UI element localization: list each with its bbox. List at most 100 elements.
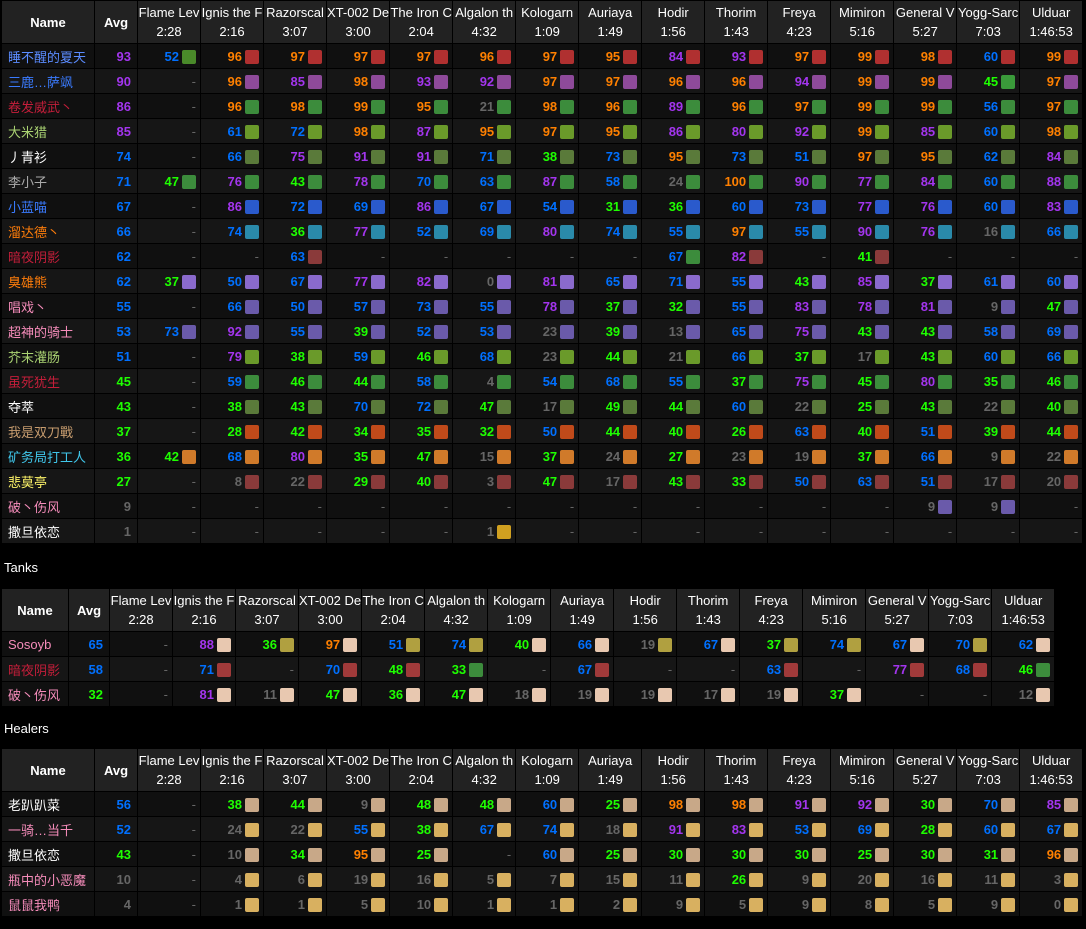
parse-cell[interactable]: 25 — [831, 842, 894, 866]
parse-cell[interactable]: 48 — [453, 792, 516, 816]
parse-cell[interactable]: 97 — [299, 632, 362, 656]
parse-cell[interactable]: 17 — [831, 344, 894, 368]
parse-cell[interactable]: 40 — [642, 419, 705, 443]
parse-cell[interactable]: 66 — [1020, 344, 1083, 368]
parse-cell[interactable]: 19 — [551, 682, 614, 706]
parse-cell[interactable]: 63 — [453, 169, 516, 193]
parse-cell[interactable]: 88 — [173, 632, 235, 656]
parse-cell[interactable]: 43 — [642, 469, 705, 493]
parse-cell[interactable]: 84 — [1020, 144, 1083, 168]
column-header-boss[interactable]: Algalon th 4:32 — [425, 589, 488, 631]
column-header-boss[interactable]: Yogg-Sarc 7:03 — [957, 749, 1020, 791]
parse-cell[interactable]: 66 — [201, 144, 263, 168]
parse-cell[interactable]: 98 — [705, 792, 768, 816]
parse-cell[interactable]: 71 — [642, 269, 705, 293]
parse-cell[interactable]: 98 — [264, 94, 326, 118]
parse-cell[interactable]: 35 — [390, 419, 453, 443]
parse-cell[interactable]: 38 — [390, 817, 453, 841]
parse-cell[interactable]: 55 — [327, 817, 390, 841]
parse-cell[interactable]: 30 — [894, 842, 957, 866]
parse-cell[interactable]: 43 — [264, 394, 326, 418]
parse-cell[interactable]: 67 — [1020, 817, 1083, 841]
column-header-boss[interactable]: XT-002 De 3:00 — [299, 589, 362, 631]
parse-cell[interactable]: 99 — [831, 69, 894, 93]
parse-cell[interactable]: 62 — [957, 144, 1020, 168]
parse-cell[interactable]: 5 — [894, 892, 957, 916]
parse-cell[interactable]: 81 — [894, 294, 957, 318]
parse-cell[interactable]: 100 — [705, 169, 768, 193]
column-header-boss[interactable]: Mimiron 5:16 — [831, 1, 894, 43]
parse-cell[interactable]: 67 — [866, 632, 929, 656]
player-name-link[interactable]: 溜达德丶 — [2, 219, 94, 243]
parse-cell[interactable]: 86 — [201, 194, 263, 218]
parse-cell[interactable]: 30 — [642, 842, 705, 866]
parse-cell[interactable]: 96 — [1020, 842, 1083, 866]
parse-cell[interactable]: 63 — [740, 657, 803, 681]
parse-cell[interactable]: 30 — [894, 792, 957, 816]
parse-cell[interactable]: 76 — [894, 194, 957, 218]
column-header-boss[interactable]: Razorscal 3:07 — [264, 749, 326, 791]
parse-cell[interactable]: 9 — [642, 892, 705, 916]
parse-cell[interactable]: 86 — [642, 119, 705, 143]
parse-cell[interactable]: 21 — [642, 344, 705, 368]
parse-cell[interactable]: 76 — [894, 219, 957, 243]
parse-cell[interactable]: 92 — [831, 792, 894, 816]
column-header-boss[interactable]: XT-002 De 3:00 — [327, 749, 390, 791]
column-header-boss[interactable]: Ignis the F 2:16 — [201, 1, 263, 43]
column-header-name[interactable]: Name — [2, 589, 68, 631]
parse-cell[interactable]: 70 — [390, 169, 453, 193]
parse-cell[interactable]: 97 — [390, 44, 453, 68]
parse-cell[interactable]: 96 — [201, 69, 263, 93]
parse-cell[interactable]: 73 — [390, 294, 453, 318]
parse-cell[interactable]: 63 — [264, 244, 326, 268]
column-header-boss[interactable]: Freya 4:23 — [768, 749, 831, 791]
column-header-boss[interactable]: Mimiron 5:16 — [803, 589, 866, 631]
parse-cell[interactable]: 68 — [579, 369, 642, 393]
parse-cell[interactable]: 37 — [740, 632, 803, 656]
parse-cell[interactable]: 70 — [327, 394, 390, 418]
column-header-boss[interactable]: Ignis the F 2:16 — [173, 589, 235, 631]
column-header-boss[interactable]: Yogg-Sarc 7:03 — [957, 1, 1020, 43]
column-header-boss[interactable]: Kologarn 1:09 — [516, 1, 579, 43]
parse-cell[interactable]: 37 — [768, 344, 831, 368]
player-name-link[interactable]: 三鹿…萨飒 — [2, 69, 94, 93]
parse-cell[interactable]: 17 — [579, 469, 642, 493]
player-name-link[interactable]: 大米猎 — [2, 119, 94, 143]
column-header-boss[interactable]: Algalon th 4:32 — [453, 749, 516, 791]
parse-cell[interactable]: 40 — [831, 419, 894, 443]
parse-cell[interactable]: 97 — [768, 94, 831, 118]
parse-cell[interactable]: 37 — [831, 444, 894, 468]
parse-cell[interactable]: 4 — [453, 369, 516, 393]
parse-cell[interactable]: 74 — [201, 219, 263, 243]
parse-cell[interactable]: 77 — [327, 269, 390, 293]
column-header-name[interactable]: Name — [2, 749, 94, 791]
parse-cell[interactable]: 68 — [201, 444, 263, 468]
player-name-link[interactable]: 臭雄熊 — [2, 269, 94, 293]
parse-cell[interactable]: 23 — [516, 319, 579, 343]
parse-cell[interactable]: 98 — [516, 94, 579, 118]
parse-cell[interactable]: 55 — [705, 294, 768, 318]
parse-cell[interactable]: 85 — [831, 269, 894, 293]
parse-cell[interactable]: 75 — [768, 319, 831, 343]
column-header-boss[interactable]: Mimiron 5:16 — [831, 749, 894, 791]
column-header-boss[interactable]: Ulduar 1:46:53 — [992, 589, 1055, 631]
parse-cell[interactable]: 17 — [677, 682, 740, 706]
parse-cell[interactable]: 74 — [516, 817, 579, 841]
parse-cell[interactable]: 69 — [453, 219, 516, 243]
column-header-boss[interactable]: Yogg-Sarc 7:03 — [929, 589, 992, 631]
parse-cell[interactable]: 52 — [138, 44, 200, 68]
parse-cell[interactable]: 15 — [579, 867, 642, 891]
parse-cell[interactable]: 11 — [957, 867, 1020, 891]
parse-cell[interactable]: 60 — [705, 394, 768, 418]
parse-cell[interactable]: 84 — [894, 169, 957, 193]
parse-cell[interactable]: 97 — [1020, 69, 1083, 93]
player-name-link[interactable]: 虽死犹生 — [2, 369, 94, 393]
parse-cell[interactable]: 86 — [390, 194, 453, 218]
parse-cell[interactable]: 99 — [894, 69, 957, 93]
player-name-link[interactable]: 小蓝喵 — [2, 194, 94, 218]
parse-cell[interactable]: 82 — [390, 269, 453, 293]
parse-cell[interactable]: 9 — [957, 892, 1020, 916]
parse-cell[interactable]: 9 — [957, 444, 1020, 468]
parse-cell[interactable]: 83 — [705, 817, 768, 841]
parse-cell[interactable]: 81 — [516, 269, 579, 293]
